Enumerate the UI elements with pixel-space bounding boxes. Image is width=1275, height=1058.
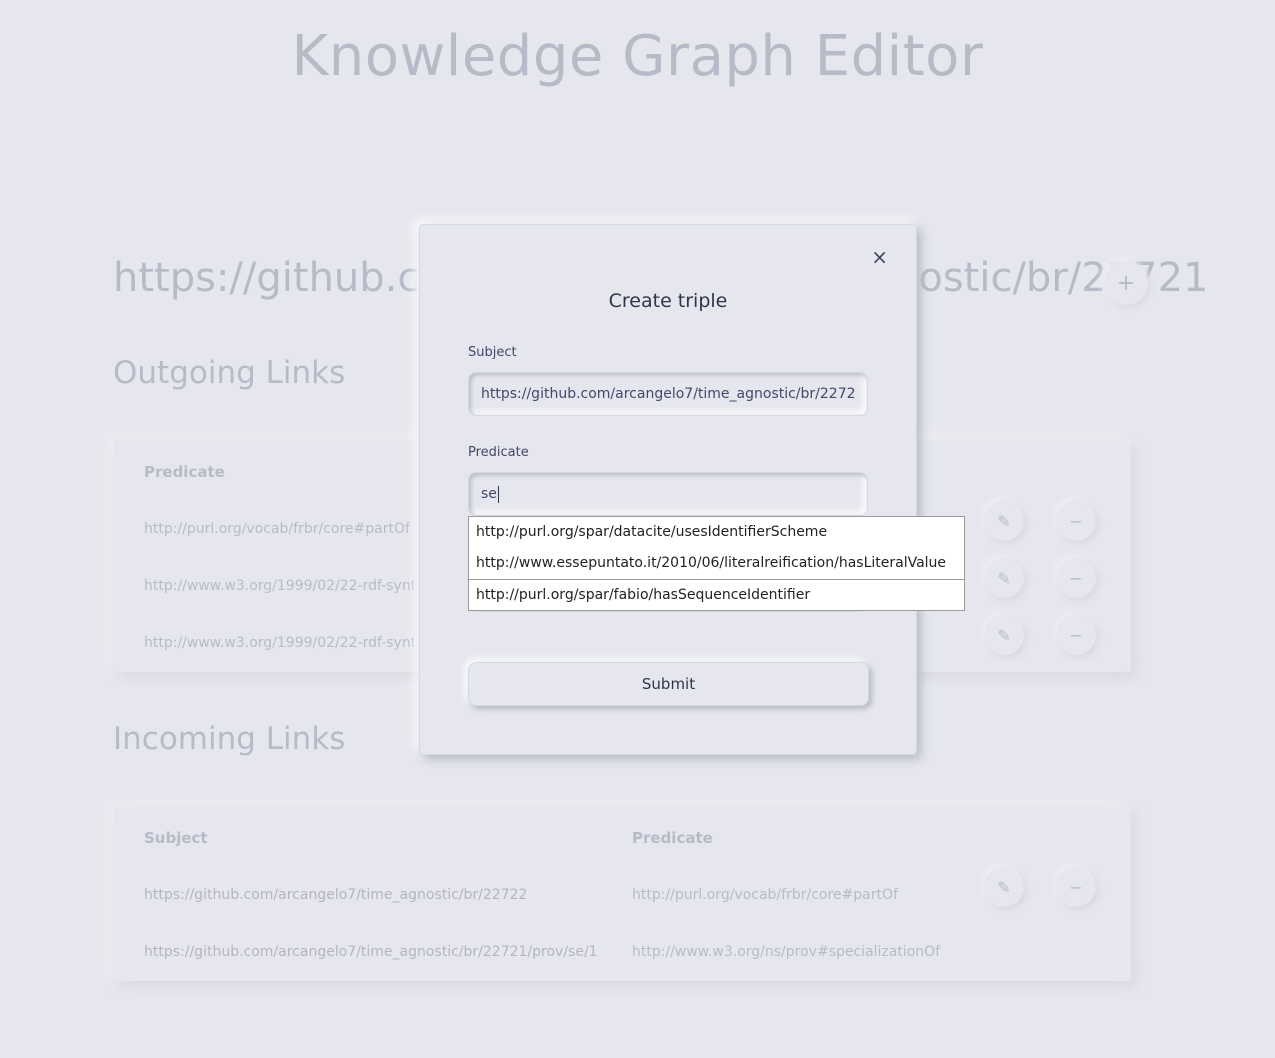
close-icon[interactable]: ×	[871, 247, 888, 267]
predicate-value: se	[481, 486, 497, 502]
predicate-field[interactable]: se	[468, 472, 868, 516]
create-triple-modal: × Create triple Subject Predicate se htt…	[419, 224, 965, 755]
subject-label: Subject	[468, 345, 517, 360]
suggestion-item[interactable]: http://purl.org/spar/datacite/usesIdenti…	[469, 517, 964, 548]
subject-field[interactable]	[468, 372, 868, 416]
suggestion-item[interactable]: http://purl.org/spar/fabio/hasSequenceId…	[469, 579, 964, 610]
text-caret	[497, 485, 499, 503]
predicate-label: Predicate	[468, 445, 529, 460]
modal-title: Create triple	[608, 290, 728, 312]
predicate-suggestions: http://purl.org/spar/datacite/usesIdenti…	[468, 516, 965, 611]
suggestion-item[interactable]: http://www.essepuntato.it/2010/06/litera…	[469, 548, 964, 579]
submit-button[interactable]: Submit	[468, 662, 869, 706]
